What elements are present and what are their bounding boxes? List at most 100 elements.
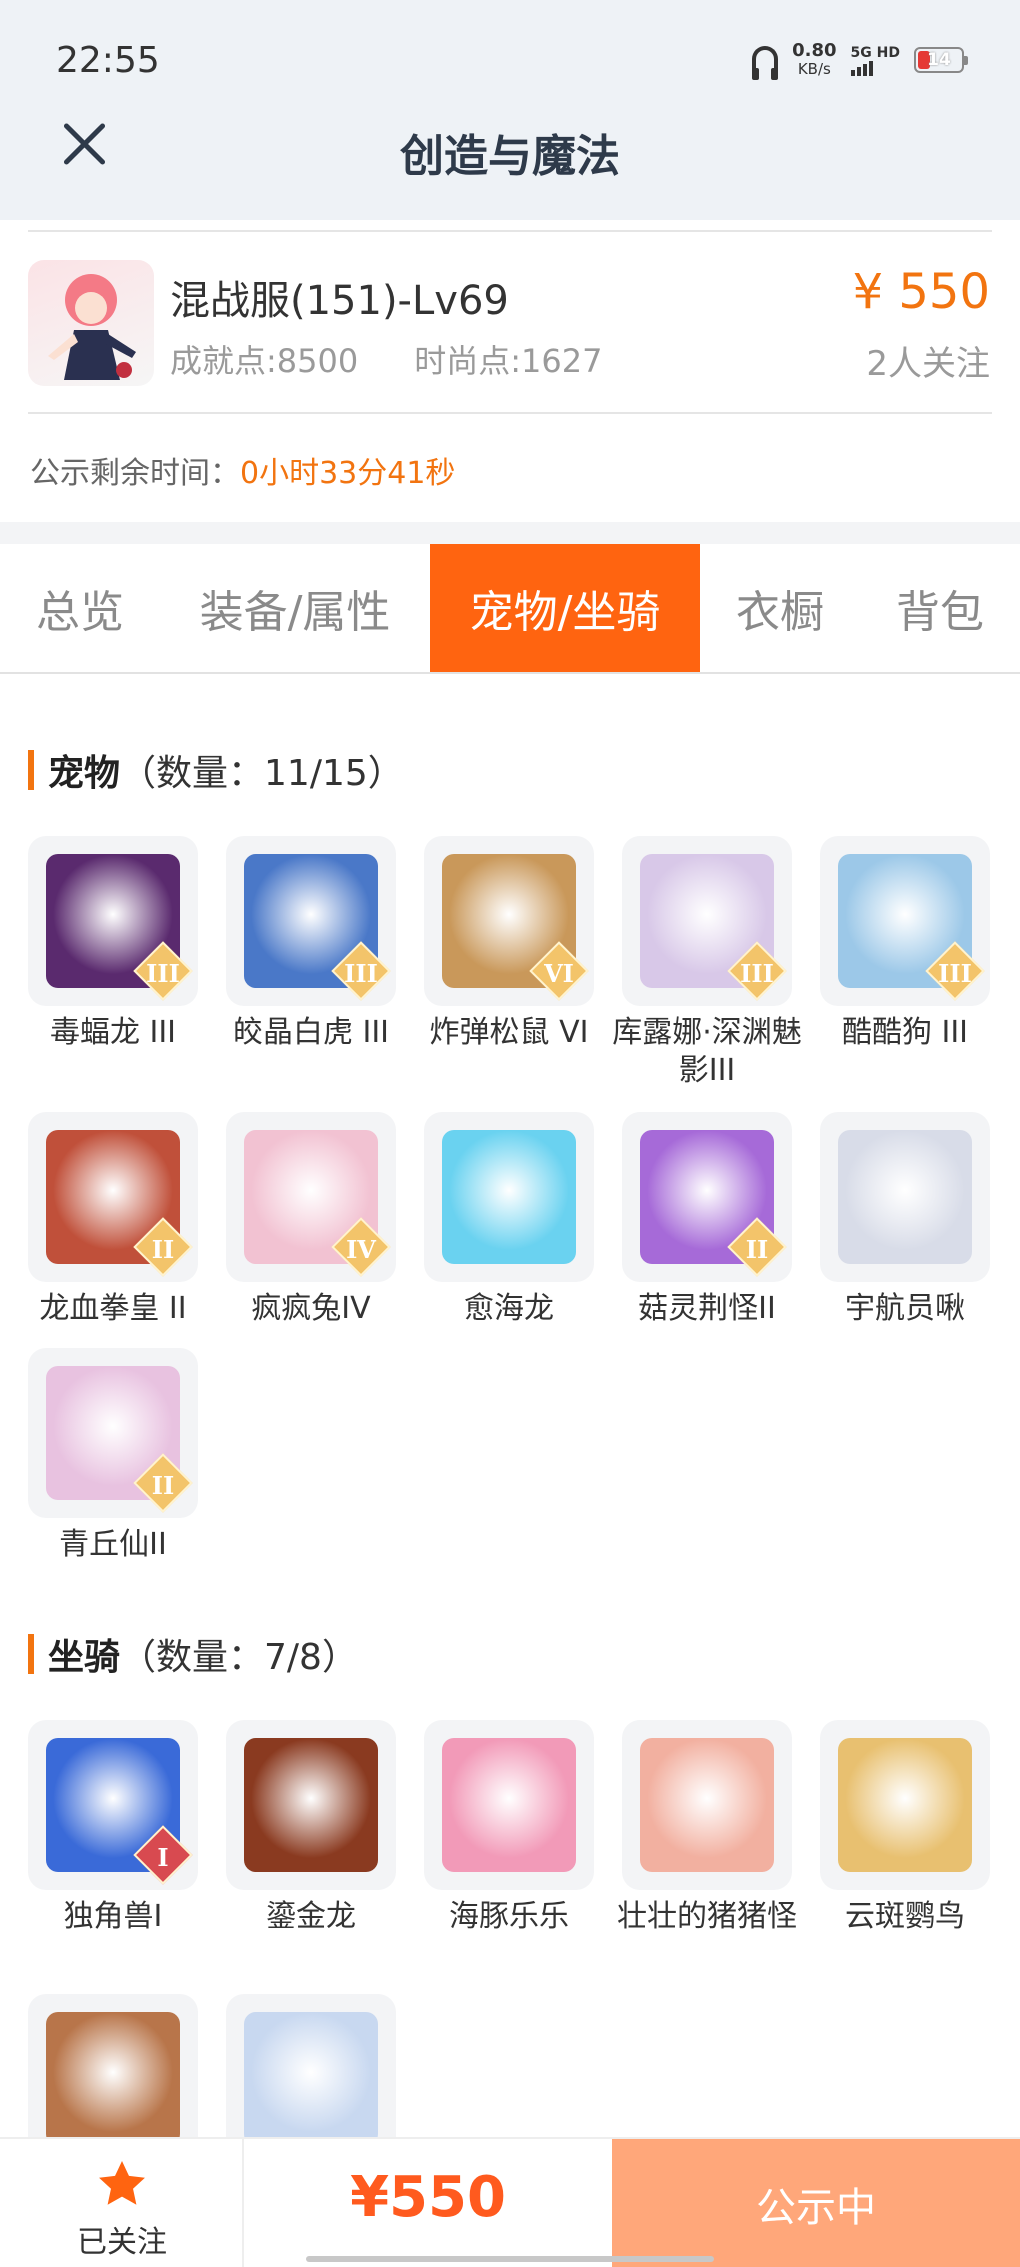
mounts-title: 坐骑 (48, 1637, 121, 1678)
pet-thumbnail[interactable]: VI (424, 836, 594, 1006)
mount-thumbnail[interactable]: I (28, 1720, 198, 1890)
character-stats: 成就点:8500 时尚点:1627 (170, 336, 602, 382)
star-icon (99, 2161, 145, 2205)
follow-label: 已关注 (77, 2225, 167, 2260)
mount-name: 独角兽I (63, 1899, 163, 1934)
battery-icon: 14 (914, 47, 968, 73)
pet-name: 菇灵荆怪II (638, 1291, 776, 1326)
tier-badge-label: II (745, 1235, 769, 1264)
mount-name: 云斑鹦鸟 (845, 1899, 965, 1934)
net-speed-unit: KB/s (797, 60, 831, 78)
pet-item[interactable]: IV 疯疯兔IV (226, 1112, 396, 1328)
status-icons: 0.80 KB/s 5G HD 14 (752, 40, 968, 80)
pet-name: 毒蝠龙 III (49, 1015, 177, 1050)
pet-item[interactable]: III 毒蝠龙 III (28, 836, 198, 1052)
pet-thumbnail[interactable] (424, 1112, 594, 1282)
mount-image (46, 2012, 180, 2146)
mount-item[interactable]: 海豚乐乐 (424, 1720, 594, 1936)
pet-item[interactable]: II 龙血拳皇 II (28, 1112, 198, 1328)
mount-thumbnail[interactable] (622, 1720, 792, 1890)
signal-label: 5G HD (850, 44, 900, 61)
mount-thumbnail[interactable] (424, 1720, 594, 1890)
pet-name: 皎晶白虎 III (232, 1015, 390, 1050)
mount-name: 壮壮的猪猪怪 (617, 1899, 797, 1934)
mount-item[interactable]: I 独角兽I (28, 1720, 198, 1936)
tier-badge-label: II (151, 1471, 175, 1500)
pet-thumbnail[interactable]: III (820, 836, 990, 1006)
pet-name: 酷酷狗 III (841, 1015, 969, 1050)
pets-title: 宠物 (48, 753, 121, 794)
tab-pets-mounts[interactable]: 宠物/坐骑 (430, 544, 700, 672)
pet-thumbnail[interactable]: II (622, 1112, 792, 1282)
pet-thumbnail[interactable]: II (28, 1112, 198, 1282)
pet-item[interactable]: 愈海龙 (424, 1112, 594, 1328)
pet-item[interactable]: III 库露娜·深渊魅影III (612, 836, 802, 1090)
pet-name: 青丘仙II (59, 1527, 167, 1562)
character-name: 混战服(151)-Lv69 (170, 278, 509, 324)
tier-badge-label: III (146, 959, 180, 988)
tier-badge-label: VI (544, 959, 574, 988)
mount-thumbnail[interactable] (820, 1720, 990, 1890)
tier-badge-label: III (938, 959, 972, 988)
mount-item[interactable]: 云斑鹦鸟 (820, 1720, 990, 1936)
pet-name: 龙血拳皇 II (39, 1291, 187, 1326)
section-gap (0, 522, 1020, 544)
tier-badge-label: II (151, 1235, 175, 1264)
character-price: ¥ 550 (852, 264, 990, 320)
pet-item[interactable]: 宇航员啾 (820, 1112, 990, 1328)
top-bar: 22:55 0.80 KB/s 5G HD 14 创造与魔法 (0, 0, 1020, 220)
pet-thumbnail[interactable]: IV (226, 1112, 396, 1282)
follow-button[interactable]: 已关注 (0, 2139, 244, 2267)
tab-overview[interactable]: 总览 (0, 544, 160, 672)
bottom-price: ¥550 (350, 2165, 506, 2230)
tier-badge-label: IV (346, 1235, 376, 1264)
divider (28, 412, 992, 414)
mount-image (244, 2012, 378, 2146)
signal-icon: 5G HD (850, 44, 900, 76)
tab-equipment[interactable]: 装备/属性 (160, 544, 430, 672)
public-status-button[interactable]: 公示中 (612, 2139, 1020, 2267)
page-title: 创造与魔法 (400, 131, 620, 182)
notice-time: 0小时33分41秒 (240, 456, 456, 491)
pets-section-title: 宠物 （数量：11/15） (28, 744, 404, 796)
pet-thumbnail[interactable] (820, 1112, 990, 1282)
mount-item[interactable]: 鎏金龙 (226, 1720, 396, 1936)
pet-item[interactable]: III 皎晶白虎 III (226, 836, 396, 1052)
tier-badge-label: III (344, 959, 378, 988)
mount-image (244, 1738, 378, 1872)
battery-level: 14 (927, 50, 951, 70)
pet-name: 炸弹松鼠 VI (429, 1015, 589, 1050)
mount-item[interactable]: 壮壮的猪猪怪 (617, 1720, 797, 1936)
tab-backpack[interactable]: 背包 (860, 544, 1020, 672)
pet-image (838, 1130, 972, 1264)
fashion-points: 时尚点:1627 (414, 342, 603, 380)
tier-badge-label: I (157, 1843, 169, 1872)
pet-name: 愈海龙 (464, 1291, 554, 1326)
pet-item[interactable]: II 青丘仙II (28, 1348, 198, 1564)
tier-badge-label: III (740, 959, 774, 988)
home-indicator[interactable] (306, 2256, 714, 2262)
headphone-icon (752, 46, 779, 80)
tab-wardrobe[interactable]: 衣橱 (700, 544, 860, 672)
mount-thumbnail[interactable] (226, 1720, 396, 1890)
mount-name: 海豚乐乐 (449, 1899, 569, 1934)
mounts-section-title: 坐骑 （数量：7/8） (28, 1628, 358, 1680)
pet-thumbnail[interactable]: III (226, 836, 396, 1006)
mount-image (442, 1738, 576, 1872)
pet-name: 疯疯兔IV (251, 1291, 371, 1326)
bottom-action-bar: 已关注 ¥550 公示中 (0, 2137, 1020, 2267)
pet-item[interactable]: VI 炸弹松鼠 VI (424, 836, 594, 1052)
pet-item[interactable]: III 酷酷狗 III (820, 836, 990, 1052)
notice-label: 公示剩余时间： (30, 456, 240, 491)
net-speed-value: 0.80 (792, 40, 837, 61)
divider (28, 230, 992, 232)
pet-name: 库露娜·深渊魅影III (612, 1015, 802, 1088)
mounts-count: （数量：7/8） (120, 1637, 358, 1678)
mount-name: 鎏金龙 (266, 1899, 356, 1934)
pet-name: 宇航员啾 (845, 1291, 965, 1326)
pet-thumbnail[interactable]: III (622, 836, 792, 1006)
pet-item[interactable]: II 菇灵荆怪II (622, 1112, 792, 1328)
character-avatar (28, 260, 154, 386)
pet-thumbnail[interactable]: II (28, 1348, 198, 1518)
pet-thumbnail[interactable]: III (28, 836, 198, 1006)
